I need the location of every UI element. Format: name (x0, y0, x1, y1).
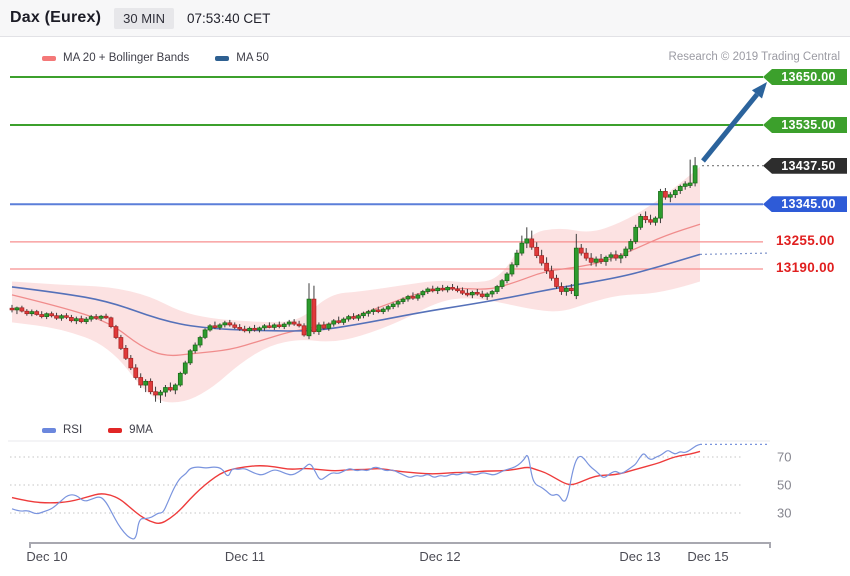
rsi-label: RSI (63, 424, 83, 436)
price-rsi-chart-canvas: 70 50 30 Dec 10 Dec 11 Dec 12 Dec 13 Dec 15 (8, 76, 791, 564)
instrument-title: Dax (Eurex) (10, 9, 102, 26)
x-axis-line (29, 542, 771, 548)
rsi-9ma-label: 9MA (129, 424, 153, 436)
chart-header: Dax (Eurex) 30 MIN 07:53:40 CET (0, 0, 850, 37)
x-axis-label-Dec-15: Dec 15 (687, 549, 728, 564)
bollinger-band-area (12, 166, 700, 403)
rsi-swatch (42, 427, 56, 433)
timeframe-badge: 30 MIN (114, 7, 175, 29)
rsi-line (11, 443, 701, 540)
x-axis-label-Dec-13: Dec 13 (619, 549, 660, 564)
ma50-swatch (215, 55, 230, 61)
ma50-dotted-extension (699, 252, 769, 255)
timestamp: 07:53:40 CET (187, 10, 271, 26)
trend-arrow-shaft (701, 92, 759, 163)
rsi-grid-label-30: 30 (777, 506, 791, 521)
research-watermark: Research © 2019 Trading Central (668, 51, 840, 63)
x-axis-label-Dec-12: Dec 12 (419, 549, 460, 564)
x-axis-label-Dec-11: Dec 11 (225, 549, 265, 564)
ma20-bollinger-label: MA 20 + Bollinger Bands (63, 52, 190, 64)
rsi-grid-label-70: 70 (777, 450, 791, 465)
rsi-9ma-swatch (108, 427, 123, 433)
ma50-label: MA 50 (236, 52, 269, 64)
rsi-9ma-line (11, 450, 701, 524)
main-legend: MA 20 + Bollinger Bands MA 50 (42, 52, 269, 64)
x-axis-label-Dec-10: Dec 10 (26, 549, 67, 564)
rsi-legend: RSI 9MA (42, 424, 153, 436)
rsi-grid-label-50: 50 (777, 478, 791, 493)
ma20-bollinger-swatch (42, 55, 56, 61)
